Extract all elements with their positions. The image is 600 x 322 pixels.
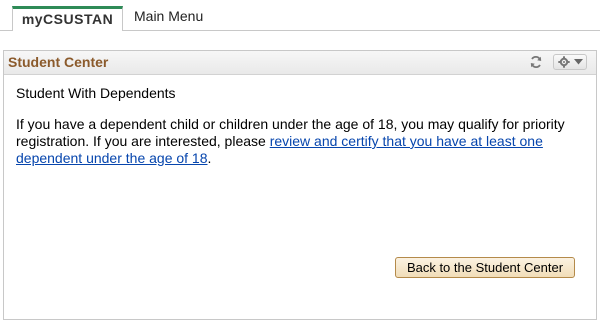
back-to-student-center-button[interactable]: Back to the Student Center [395,257,575,278]
student-center-pagelet: Student Center Student With Dependents I… [3,50,597,320]
pagelet-title: Student Center [8,54,109,70]
info-paragraph: If you have a dependent child or childre… [16,116,586,167]
section-heading: Student With Dependents [16,85,176,101]
refresh-icon[interactable] [529,55,543,69]
pagelet-header: Student Center [4,51,596,75]
tab-mycsustan[interactable]: myCSUSTAN [12,6,123,31]
tab-bar: myCSUSTAN Main Menu [0,0,600,31]
pagelet-settings-button[interactable] [553,54,587,70]
gear-icon [558,56,570,68]
paragraph-end: . [207,150,212,166]
pagelet-content: Student With Dependents If you have a de… [16,85,586,167]
chevron-down-icon [574,59,583,65]
tab-main-menu[interactable]: Main Menu [134,6,214,30]
